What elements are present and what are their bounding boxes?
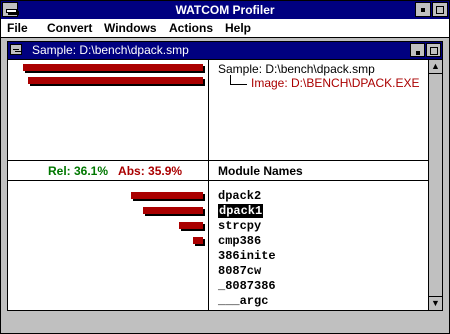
minimize-button[interactable]	[415, 2, 431, 17]
vertical-scrollbar[interactable]: ▲ ▼	[428, 60, 442, 310]
menu-actions[interactable]: Actions	[169, 21, 213, 35]
bar-divider[interactable]	[208, 60, 209, 310]
pane-divider[interactable]	[8, 160, 428, 161]
module-bar[interactable]	[193, 237, 203, 244]
module-list: dpack2 dpack1 strcpy cmp386 386inite 8087cw _8…	[218, 189, 423, 309]
image-bar	[23, 64, 203, 71]
sample-path: Sample: D:\bench\dpack.smp	[218, 62, 375, 76]
module-item[interactable]: dpack1	[218, 204, 423, 219]
module-item[interactable]: cmp386	[218, 234, 423, 249]
module-names-header: Module Names	[218, 164, 303, 178]
module-bar[interactable]	[179, 222, 203, 229]
sample-window-title: Sample: D:\bench\dpack.smp	[32, 43, 189, 57]
scroll-up-button[interactable]: ▲	[429, 60, 442, 74]
profiler-window: WATCOM Profiler File Convert Windows Act…	[0, 0, 450, 334]
maximize-icon	[429, 47, 438, 55]
minimize-icon	[415, 51, 420, 55]
module-item[interactable]: dpack2	[218, 189, 423, 204]
module-item[interactable]: strcpy	[218, 219, 423, 234]
menu-windows[interactable]: Windows	[104, 21, 157, 35]
module-bar[interactable]	[143, 207, 203, 214]
header-divider	[8, 180, 428, 181]
sample-window-titlebar: Sample: D:\bench\dpack.smp	[8, 42, 442, 60]
image-path[interactable]: Image: D:\BENCH\DPACK.EXE	[251, 76, 420, 90]
child-minimize-button[interactable]	[410, 43, 425, 57]
abs-percent: Abs: 35.9%	[118, 164, 183, 178]
sample-content: Sample: D:\bench\dpack.smp Image: D:\BEN…	[8, 60, 428, 310]
app-titlebar: WATCOM Profiler	[1, 1, 449, 19]
menu-bar: File Convert Windows Actions Help	[1, 19, 449, 38]
menu-file[interactable]: File	[7, 21, 28, 35]
module-item[interactable]: 386inite	[218, 249, 423, 264]
menu-help[interactable]: Help	[225, 21, 251, 35]
maximize-icon	[436, 6, 444, 14]
menu-convert[interactable]: Convert	[47, 21, 92, 35]
image-bar	[28, 77, 203, 84]
maximize-button[interactable]	[432, 2, 448, 17]
minimize-icon	[421, 8, 425, 12]
app-title: WATCOM Profiler	[175, 3, 275, 17]
rel-percent: Rel: 36.1%	[48, 164, 109, 178]
module-item[interactable]: ___argc	[218, 294, 423, 309]
scroll-down-button[interactable]: ▼	[429, 296, 442, 310]
module-item[interactable]: 8087cw	[218, 264, 423, 279]
tree-connector	[230, 75, 247, 85]
module-bar[interactable]	[131, 192, 203, 199]
child-system-menu-button[interactable]	[10, 44, 22, 55]
module-item[interactable]: _8087386	[218, 279, 423, 294]
child-maximize-button[interactable]	[426, 43, 441, 57]
stats-line: Rel: 36.1% Abs: 35.9%	[48, 164, 182, 178]
sample-window: Sample: D:\bench\dpack.smp Sample: D:\be…	[7, 41, 443, 311]
